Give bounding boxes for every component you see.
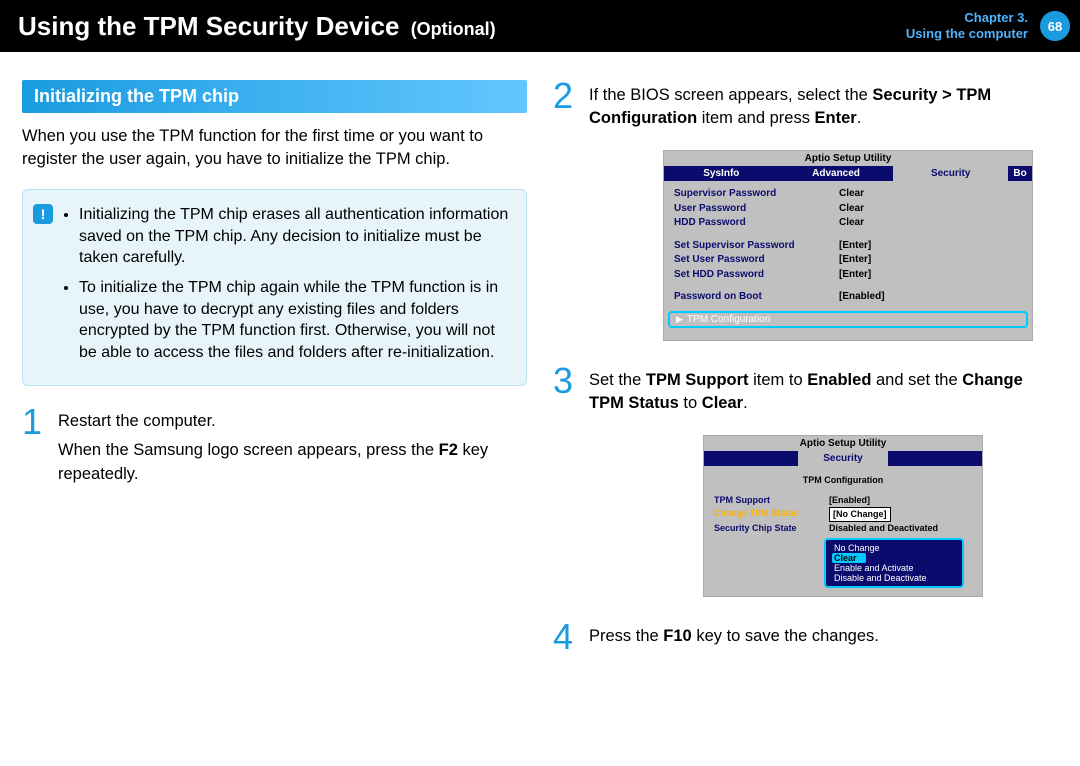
step-line: Press the F10 key to save the changes. <box>589 625 879 648</box>
step-line: If the BIOS screen appears, select the S… <box>589 84 1058 130</box>
bios-row: Change TPM Status[No Change] <box>714 507 972 522</box>
step-4: 4 Press the F10 key to save the changes. <box>553 621 1058 654</box>
popup-option-selected: Clear <box>832 553 866 563</box>
popup-option: No Change <box>832 543 956 553</box>
step-number: 2 <box>553 80 579 136</box>
bios-tabs: SysInfo Advanced Security Bo <box>664 166 1032 181</box>
callout-list: Initializing the TPM chip erases all aut… <box>65 204 510 363</box>
bios-title: Aptio Setup Utility <box>704 436 982 451</box>
step-line: When the Samsung logo screen appears, pr… <box>58 439 527 485</box>
chapter-label: Chapter 3. <box>906 10 1028 26</box>
bios-screenshot-security: Aptio Setup Utility SysInfo Advanced Sec… <box>663 150 1033 341</box>
bios-row: Password on Boot[Enabled] <box>674 290 1022 305</box>
left-column: Initializing the TPM chip When you use t… <box>22 80 527 668</box>
popup-option: Disable and Deactivate <box>832 573 956 583</box>
bios-row: Set User Password[Enter] <box>674 253 1022 268</box>
bios-row: HDD PasswordClear <box>674 216 1022 231</box>
triangle-icon: ▶ <box>676 314 683 325</box>
bios-tab: Advanced <box>779 166 894 181</box>
bios-row: Supervisor PasswordClear <box>674 187 1022 202</box>
title-optional: (Optional) <box>411 19 496 39</box>
bios-row: Security Chip StateDisabled and Deactiva… <box>714 522 972 535</box>
warning-callout: ! Initializing the TPM chip erases all a… <box>22 189 527 386</box>
step-body: Set the TPM Support item to Enabled and … <box>589 365 1058 421</box>
step-body: If the BIOS screen appears, select the S… <box>589 80 1058 136</box>
bios-popup: No Change Clear Enable and Activate Disa… <box>824 538 964 588</box>
bios-row: TPM Support[Enabled] <box>714 494 972 507</box>
bios-subheading: TPM Configuration <box>714 472 972 488</box>
step-number: 4 <box>553 621 579 654</box>
page-header: Using the TPM Security Device (Optional)… <box>0 0 1080 52</box>
bios-tab-cut: Bo <box>1008 166 1032 181</box>
step-body: Restart the computer. When the Samsung l… <box>58 406 527 491</box>
bios-tab-active: Security <box>798 451 888 466</box>
step-line: Set the TPM Support item to Enabled and … <box>589 369 1058 415</box>
bios-screenshot-tpm-config: Aptio Setup Utility Security TPM Configu… <box>703 435 983 597</box>
warning-icon: ! <box>33 204 53 224</box>
right-column: 2 If the BIOS screen appears, select the… <box>553 80 1058 668</box>
bios-tabs: Security <box>704 451 982 466</box>
bios-row: User PasswordClear <box>674 202 1022 217</box>
popup-option: Enable and Activate <box>832 563 956 573</box>
chapter-info: Chapter 3. Using the computer <box>906 10 1028 41</box>
bios-selected-row: ▶ TPM Configuration <box>668 311 1028 328</box>
title-text: Using the TPM Security Device <box>18 11 399 41</box>
step-1: 1 Restart the computer. When the Samsung… <box>22 406 527 491</box>
bios-row: Set Supervisor Password[Enter] <box>674 239 1022 254</box>
bios-title: Aptio Setup Utility <box>664 151 1032 166</box>
page-number-badge: 68 <box>1040 11 1070 41</box>
step-2: 2 If the BIOS screen appears, select the… <box>553 80 1058 136</box>
step-number: 1 <box>22 406 48 491</box>
bios-tab-active: Security <box>893 166 1008 181</box>
chapter-subtitle: Using the computer <box>906 26 1028 42</box>
step-body: Press the F10 key to save the changes. <box>589 621 879 654</box>
bios-row: Set HDD Password[Enter] <box>674 268 1022 283</box>
header-right: Chapter 3. Using the computer 68 <box>906 10 1080 41</box>
bios-body: Supervisor PasswordClear User PasswordCl… <box>664 181 1032 340</box>
step-line: Restart the computer. <box>58 410 527 433</box>
content-area: Initializing the TPM chip When you use t… <box>0 52 1080 668</box>
section-heading: Initializing the TPM chip <box>22 80 527 113</box>
page-title: Using the TPM Security Device (Optional) <box>18 11 496 42</box>
bios-body: TPM Configuration TPM Support[Enabled] C… <box>704 466 982 596</box>
section-intro: When you use the TPM function for the fi… <box>22 125 527 171</box>
bios-tab: SysInfo <box>664 166 779 181</box>
step-3: 3 Set the TPM Support item to Enabled an… <box>553 365 1058 421</box>
callout-item: Initializing the TPM chip erases all aut… <box>79 204 510 269</box>
step-number: 3 <box>553 365 579 421</box>
callout-item: To initialize the TPM chip again while t… <box>79 277 510 363</box>
